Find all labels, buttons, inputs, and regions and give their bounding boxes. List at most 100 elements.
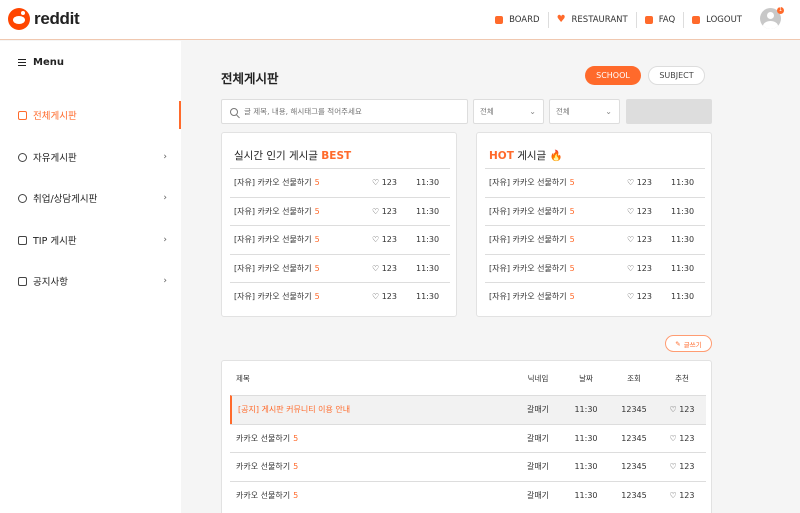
like-count: ♡ 123: [627, 292, 652, 302]
post-title: [자유] 카카오 선물하기 5: [230, 234, 372, 245]
post-row[interactable]: [자유] 카카오 선물하기 5 ♡ 123 11:30: [485, 253, 705, 283]
pencil-icon: ✎: [675, 339, 681, 348]
sidebar-item-label: 전체게시판: [33, 111, 77, 122]
post-title: [자유] 카카오 선물하기 5: [485, 263, 627, 274]
post-row[interactable]: [자유] 카카오 선물하기 5 ♡ 123 11:30: [485, 196, 705, 226]
post-date: 11:30: [574, 490, 598, 500]
post-title-text: 카카오 선물하기: [236, 462, 291, 472]
school-toggle-button[interactable]: SCHOOL: [585, 66, 641, 85]
sidebar-item-label: 자유게시판: [33, 153, 77, 164]
comment-count: 5: [569, 178, 575, 188]
post-views: 12345: [621, 433, 647, 443]
post-row[interactable]: [자유] 카카오 선물하기 5 ♡ 123 11:30: [230, 168, 450, 197]
comment-count: 5: [569, 235, 575, 245]
comment-count: 5: [293, 433, 299, 443]
hamburger-icon[interactable]: [18, 59, 26, 66]
post-row[interactable]: [자유] 카카오 선물하기 5 ♡ 123 11:30: [485, 168, 705, 197]
page-title: 전체게시판: [221, 71, 279, 86]
post-title: [자유] 카카오 선물하기 5: [230, 206, 372, 217]
board-icon: [495, 16, 504, 24]
post-title-text: [자유] 카카오 선물하기: [489, 178, 567, 188]
post-title-text: [자유] 카카오 선물하기: [234, 263, 312, 273]
nav-board[interactable]: BOARD: [487, 12, 549, 28]
table-row[interactable]: 카카오 선물하기 5 갈매기 11:30 12345 ♡ 123: [230, 423, 706, 453]
post-title-text: [자유] 카카오 선물하기: [234, 292, 312, 302]
menu-title: Menu: [18, 57, 64, 68]
hot-posts-card: HOT 게시글 🔥 [자유] 카카오 선물하기 5 ♡ 123 11:30 [자유] 카…: [476, 132, 712, 317]
search-box: [221, 99, 468, 124]
sidebar-item-label: 취업/상담게시판: [33, 194, 98, 205]
logo[interactable]: reddit: [8, 8, 80, 30]
nav-restaurant[interactable]: ♥ RESTAURANT: [549, 12, 637, 28]
post-title: [공지] 게시판 커뮤니티 이용 안내: [232, 404, 514, 415]
category-select-value: 전체: [480, 107, 494, 116]
table-header: 제목 닉네임 날짜 조회 추천: [230, 361, 706, 395]
comment-count: 5: [569, 263, 575, 273]
subject-toggle-button[interactable]: SUBJECT: [648, 66, 705, 85]
post-time: 11:30: [671, 263, 695, 273]
chevron-down-icon: ⌄: [529, 107, 536, 116]
post-likes: ♡ 123: [669, 462, 695, 472]
post-time: 11:30: [416, 206, 440, 216]
post-row[interactable]: [자유] 카카오 선물하기 5 ♡ 123 11:30: [485, 225, 705, 254]
post-title: [자유] 카카오 선물하기 5: [485, 177, 627, 188]
column-header-date: 날짜: [579, 373, 593, 383]
sidebar-item-all-board[interactable]: 전체게시판: [0, 101, 181, 129]
chat-bubble-icon: [18, 152, 27, 162]
post-time: 11:30: [671, 235, 695, 245]
comment-count: 5: [293, 462, 299, 472]
post-date: 11:30: [574, 462, 598, 472]
category-select[interactable]: 전체 ⌄: [473, 99, 544, 124]
post-row[interactable]: [자유] 카카오 선물하기 5 ♡ 123 11:30: [230, 253, 450, 283]
write-post-label: 글쓰기: [683, 340, 702, 349]
post-title: 카카오 선물하기 5: [230, 461, 514, 472]
notice-row[interactable]: [공지] 게시판 커뮤니티 이용 안내 갈매기 11:30 12345 ♡ 123: [230, 395, 706, 424]
table-row[interactable]: 카카오 선물하기 5 갈매기 11:30 12345 ♡ 123: [230, 452, 706, 481]
post-likes: ♡ 123: [669, 433, 695, 443]
menu-title-label: Menu: [33, 57, 64, 68]
post-views: 12345: [621, 490, 647, 500]
post-row[interactable]: [자유] 카카오 선물하기 5 ♡ 123 11:30: [230, 196, 450, 226]
post-row[interactable]: [자유] 카카오 선물하기 5 ♡ 123 11:30: [230, 225, 450, 254]
filter-select-value: 전체: [556, 107, 570, 116]
nav-faq[interactable]: FAQ: [637, 12, 685, 28]
post-time: 11:30: [416, 178, 440, 188]
nav-logout-label: LOGOUT: [706, 15, 742, 25]
post-title-text: [자유] 카카오 선물하기: [489, 206, 567, 216]
post-title: 카카오 선물하기 5: [230, 490, 514, 501]
reddit-logo-icon: [8, 8, 30, 30]
sidebar-item-free-board[interactable]: 자유게시판 ›: [0, 143, 181, 171]
post-time: 11:30: [416, 263, 440, 273]
sidebar-item-career-board[interactable]: 취업/상담게시판 ›: [0, 184, 181, 212]
chevron-right-icon: ›: [163, 235, 167, 245]
sidebar-item-tip-board[interactable]: TIP 게시판 ›: [0, 226, 181, 254]
post-time: 11:30: [416, 292, 440, 302]
hot-card-title-accent: HOT: [489, 150, 514, 162]
notification-badge: 1: [777, 7, 784, 14]
sidebar-item-notice[interactable]: 공지사항 ›: [0, 267, 181, 295]
nav-logout[interactable]: LOGOUT: [684, 12, 750, 28]
users-icon: [18, 193, 27, 203]
hot-card-title: HOT 게시글 🔥: [489, 148, 563, 163]
post-row[interactable]: [자유] 카카오 선물하기 5 ♡ 123 11:30: [485, 282, 705, 311]
search-button[interactable]: [626, 99, 712, 124]
comment-count: 5: [314, 263, 320, 273]
best-card-title-accent: BEST: [321, 150, 352, 162]
post-title: [자유] 카카오 선물하기 5: [485, 206, 627, 217]
search-input[interactable]: [244, 107, 454, 116]
column-header-title: 제목: [236, 373, 250, 383]
comment-count: 5: [569, 206, 575, 216]
post-title: [자유] 카카오 선물하기 5: [230, 263, 372, 274]
post-row[interactable]: [자유] 카카오 선물하기 5 ♡ 123 11:30: [230, 282, 450, 311]
write-post-button[interactable]: ✎ 글쓰기: [665, 335, 712, 352]
filter-select[interactable]: 전체 ⌄: [549, 99, 620, 124]
post-title-text: [공지] 게시판 커뮤니티 이용 안내: [238, 405, 351, 415]
post-likes: ♡ 123: [669, 405, 695, 415]
comment-count: 5: [569, 292, 575, 302]
like-count: ♡ 123: [627, 206, 652, 216]
sidebar: Menu 전체게시판 자유게시판 › 취업/상담게시판 › TIP 게시판 › …: [0, 41, 181, 513]
comment-count: 5: [314, 235, 320, 245]
chevron-down-icon: ⌄: [605, 107, 612, 116]
like-count: ♡ 123: [627, 263, 652, 273]
table-row[interactable]: 카카오 선물하기 5 갈매기 11:30 12345 ♡ 123: [230, 480, 706, 510]
